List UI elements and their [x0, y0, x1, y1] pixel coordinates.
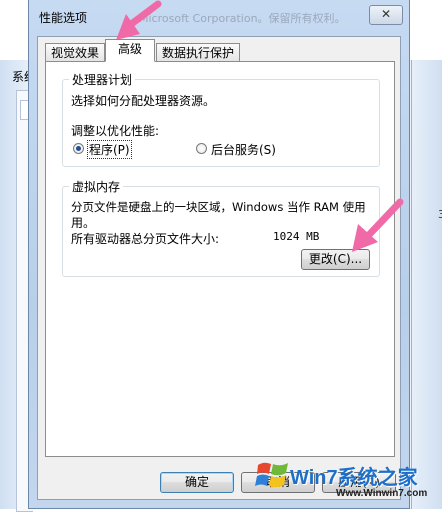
- windows-logo-icon: [255, 462, 288, 488]
- tab-data-execution-prevention[interactable]: 数据执行保护: [156, 43, 240, 62]
- close-icon: ✕: [380, 7, 392, 21]
- pink-arrow-icon-change: [352, 198, 404, 252]
- total-paging-file-label: 所有驱动器总分页文件大小:: [71, 232, 220, 246]
- close-button[interactable]: ✕: [369, 5, 403, 25]
- virtual-memory-group: 虚拟内存 分页文件是硬盘上的一块区域，Windows 当作 RAM 使用 用。 …: [62, 178, 380, 277]
- total-paging-file-value: 1024 MB: [273, 230, 320, 243]
- dialog-faint-title-text: Microsoft Corporation。保留所有权利。: [139, 12, 346, 25]
- site-watermark: Win7系统之家 Www.Winwin7.com: [244, 455, 442, 509]
- tab-advanced-label: 高级: [117, 42, 142, 56]
- radio-programs[interactable]: [73, 143, 84, 154]
- watermark-brand: Win7系统之家: [290, 467, 418, 489]
- radio-programs-label[interactable]: 程序(P): [87, 140, 132, 159]
- tab-visual-effects-label: 视觉效果: [50, 46, 99, 60]
- virtual-memory-description-line2: 用。: [71, 216, 96, 230]
- watermark-url: Www.Winwin7.com: [336, 488, 428, 499]
- virtual-memory-description-line1: 分页文件是硬盘上的一块区域，Windows 当作 RAM 使用: [71, 200, 366, 214]
- radio-background-services[interactable]: [196, 143, 207, 154]
- advanced-tab-panel: 处理器计划 选择如何分配处理器资源。 调整以优化性能: 程序(P) 后台服务(S…: [45, 61, 395, 457]
- processor-scheduling-title: 处理器计划: [69, 71, 136, 88]
- radio-programs-selected-dot: [76, 146, 81, 151]
- tab-advanced[interactable]: 高级: [105, 39, 155, 62]
- background-window-frame-right: [411, 60, 442, 509]
- processor-scheduling-group: 处理器计划 选择如何分配处理器资源。 调整以优化性能: 程序(P) 后台服务(S…: [62, 71, 380, 167]
- background-window-side-number: 3: [438, 208, 442, 221]
- processor-scheduling-description: 选择如何分配处理器资源。: [71, 94, 216, 108]
- tab-dep-label: 数据执行保护: [161, 46, 234, 60]
- dialog-title: 性能选项: [39, 11, 88, 25]
- radio-background-services-label[interactable]: 后台服务(S): [211, 141, 276, 158]
- adjust-performance-label: 调整以优化性能:: [71, 124, 160, 138]
- virtual-memory-title: 虚拟内存: [69, 178, 124, 195]
- ok-button[interactable]: 确定: [160, 472, 234, 493]
